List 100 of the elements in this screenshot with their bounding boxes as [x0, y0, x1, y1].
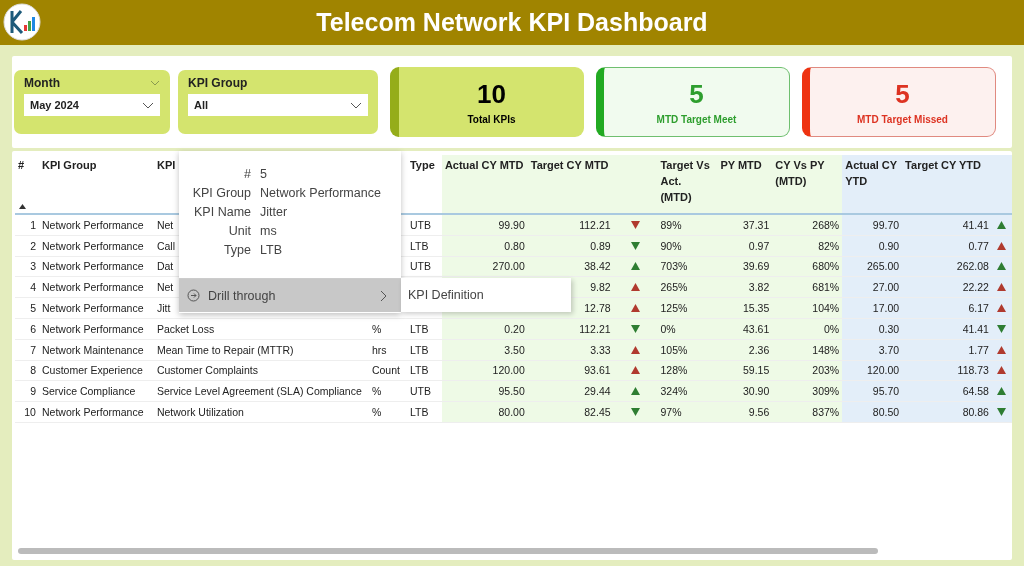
cy-vs-py-cell: 268%: [812, 218, 840, 231]
kpi-group-cell: Network Performance: [41, 218, 144, 231]
logo-icon: [3, 3, 41, 41]
kpi-name-cell: Network Utilization: [156, 406, 244, 419]
submenu-item[interactable]: KPI Definition: [401, 288, 491, 302]
target-vs-actual-cell: 324%: [660, 385, 688, 398]
unit-cell: %: [371, 385, 382, 398]
kpi-group-cell: Network Performance: [41, 281, 144, 294]
kpi-group-cell: Network Performance: [41, 406, 144, 419]
type-cell: LTB: [409, 239, 429, 252]
kpi-name-cell: Jitt: [156, 302, 171, 315]
dropdown-field[interactable]: All: [188, 94, 368, 116]
target-ytd-cell: 6.17: [968, 302, 989, 315]
cy-vs-py-cell: 309%: [812, 385, 840, 398]
sort-ascending-icon[interactable]: [19, 204, 26, 209]
drill-through-menu-item[interactable]: Drill through: [179, 278, 401, 312]
type-cell: LTB: [409, 364, 429, 377]
py-mtd-cell: 39.69: [743, 260, 770, 273]
kpi-group-cell: Network Maintenance: [41, 343, 144, 356]
row-number: 10: [24, 406, 36, 419]
arrow-circle-icon: [187, 289, 200, 302]
row-number: 9: [30, 385, 36, 398]
chevron-icon[interactable]: [150, 80, 160, 86]
target-mtd-cell: 112.21: [579, 322, 611, 335]
kpi-name-cell: Service Level Agreement (SLA) Compliance: [156, 385, 362, 398]
py-mtd-cell: 43.61: [743, 322, 770, 335]
caret-icon: [142, 101, 154, 109]
type-cell: LTB: [409, 322, 429, 335]
cy-vs-py-cell: 104%: [812, 302, 840, 315]
actual-ytd-cell: 265.00: [867, 260, 900, 273]
tooltip-label: Unit: [227, 224, 251, 240]
tooltip-value: ms: [260, 224, 278, 240]
cy-vs-py-cell: 82%: [818, 239, 840, 252]
py-mtd-cell: 15.35: [743, 302, 770, 315]
caret-icon: [350, 101, 362, 109]
target-vs-actual-cell: 128%: [660, 364, 688, 377]
column-header[interactable]: KPI Group: [41, 157, 151, 173]
target-mtd-cell: 9.82: [590, 281, 611, 294]
target-vs-actual-cell: 90%: [660, 239, 682, 252]
dashboard-title: Telecom Network KPI Dashboard: [316, 8, 708, 37]
tooltip-value: Network Performance: [260, 186, 382, 202]
kpi-name-cell: Packet Loss: [156, 322, 215, 335]
target-vs-actual-cell: 125%: [660, 302, 688, 315]
py-mtd-cell: 30.90: [743, 385, 770, 398]
kpi-label: MTD Target Meet: [656, 114, 737, 125]
tooltip-label: #: [243, 167, 251, 183]
actual-ytd-cell: 80.50: [872, 406, 900, 419]
row-number: 7: [30, 343, 36, 356]
actual-mtd-cell: 270.00: [492, 260, 525, 273]
cy-vs-py-cell: 681%: [812, 281, 840, 294]
actual-mtd-cell: 3.50: [504, 343, 525, 356]
kpi-label: Total KPIs: [467, 114, 516, 125]
chevron-right-icon: [380, 289, 387, 302]
column-header[interactable]: #: [18, 157, 36, 173]
target-vs-actual-cell: 703%: [660, 260, 688, 273]
kpi-name-cell: Mean Time to Repair (MTTR): [156, 343, 294, 356]
target-mtd-cell: 12.78: [584, 302, 611, 315]
horizontal-scrollbar[interactable]: [18, 548, 878, 554]
actual-mtd-cell: 99.90: [498, 218, 525, 231]
kpi-group-cell: Network Performance: [41, 322, 144, 335]
target-ytd-cell: 64.58: [962, 385, 989, 398]
actual-mtd-cell: 80.00: [498, 406, 525, 419]
target-mtd-cell: 29.44: [584, 385, 611, 398]
dropdown-field[interactable]: May 2024: [24, 94, 160, 116]
target-ytd-cell: 80.86: [962, 406, 989, 419]
kpi-value: 10: [477, 79, 506, 110]
target-vs-actual-cell: 0%: [660, 322, 676, 335]
unit-cell: Count: [371, 364, 400, 377]
target-ytd-cell: 262.08: [956, 260, 989, 273]
type-cell: LTB: [409, 343, 429, 356]
target-ytd-cell: 41.41: [962, 218, 989, 231]
target-ytd-cell: 118.73: [957, 364, 989, 377]
actual-ytd-cell: 17.00: [872, 302, 900, 315]
row-number: 1: [30, 218, 36, 231]
actual-mtd-cell: 0.20: [504, 322, 525, 335]
slicer-label: KPI Group: [188, 76, 248, 90]
actual-mtd-cell: 120.00: [492, 364, 525, 377]
unit-cell: %: [371, 322, 382, 335]
actual-ytd-cell: 0.90: [878, 239, 900, 252]
target-ytd-cell: 22.22: [962, 281, 989, 294]
actual-ytd-cell: 120.00: [867, 364, 900, 377]
kpi-group-cell: Network Performance: [41, 260, 144, 273]
py-mtd-cell: 2.36: [748, 343, 770, 356]
kpi-group-cell: Customer Experience: [41, 364, 143, 377]
target-ytd-cell: 0.77: [968, 239, 989, 252]
py-mtd-cell: 3.82: [748, 281, 770, 294]
actual-mtd-cell: 95.50: [498, 385, 525, 398]
actual-mtd-cell: 0.80: [504, 239, 525, 252]
target-vs-actual-cell: 105%: [660, 343, 688, 356]
py-mtd-cell: 59.15: [743, 364, 770, 377]
target-mtd-cell: 82.45: [584, 406, 611, 419]
actual-ytd-cell: 95.70: [872, 385, 900, 398]
tooltip-label: Type: [222, 243, 251, 259]
kpi-group-cell: Network Performance: [41, 302, 144, 315]
target-vs-actual-cell: 265%: [660, 281, 688, 294]
tooltip-label: KPI Group: [191, 186, 251, 202]
target-vs-actual-cell: 97%: [660, 406, 682, 419]
type-cell: UTB: [409, 218, 431, 231]
target-vs-actual-cell: 89%: [660, 218, 682, 231]
column-header[interactable]: Type: [409, 157, 439, 173]
